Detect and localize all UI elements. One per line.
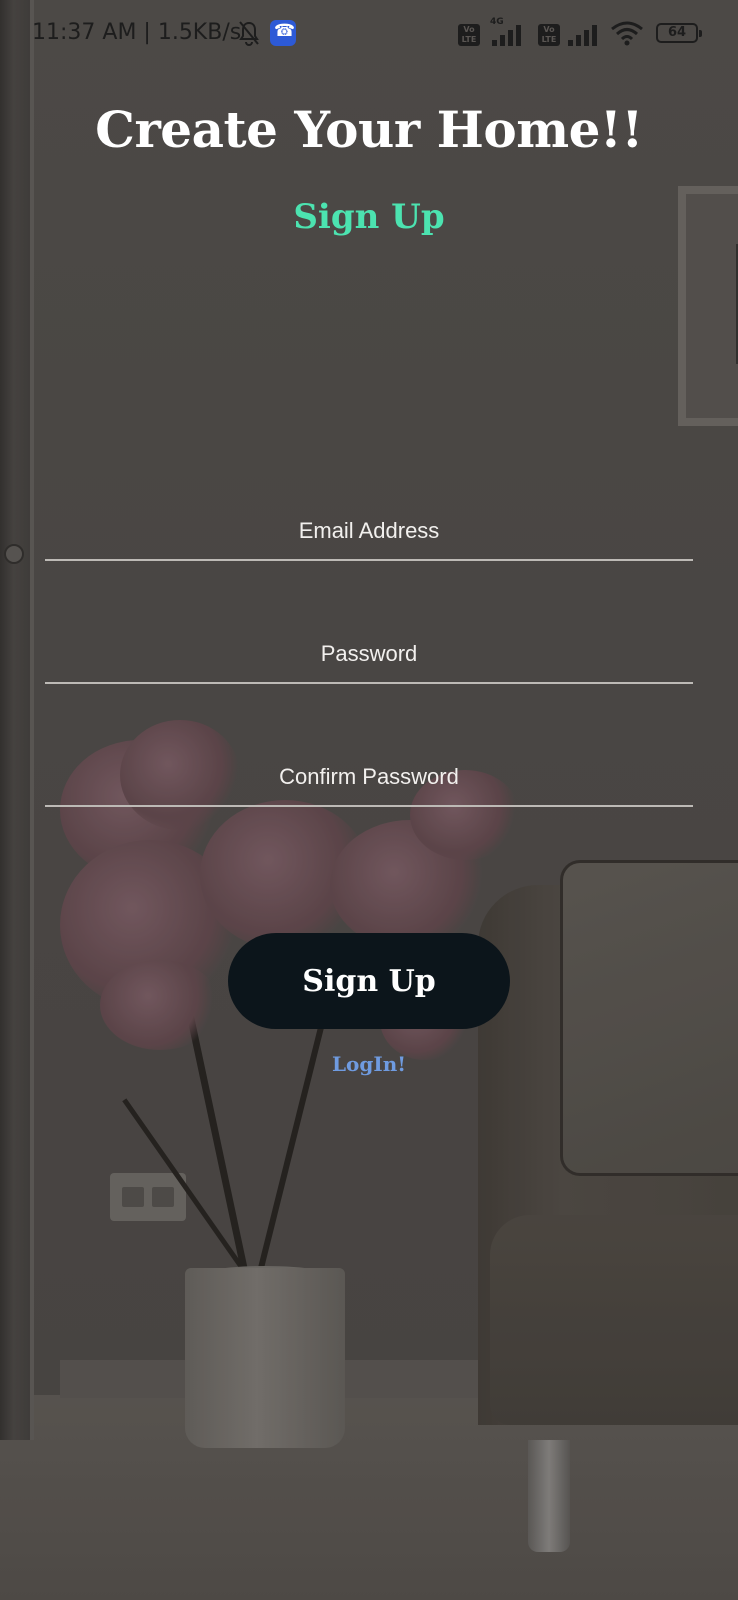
confirm-password-input[interactable] bbox=[45, 749, 693, 805]
volte-icon: Vo LTE bbox=[458, 24, 480, 46]
email-field[interactable] bbox=[45, 503, 693, 561]
login-link[interactable]: LogIn! bbox=[0, 1052, 738, 1076]
battery-icon: 64 bbox=[656, 23, 702, 43]
sign-up-button[interactable]: Sign Up bbox=[228, 933, 510, 1029]
confirm-password-field[interactable] bbox=[45, 749, 693, 807]
status-bar: 11:37 AM | 1.5KB/s Vo LTE 4G Vo LTE 64 bbox=[0, 0, 738, 70]
notifications-off-icon bbox=[239, 21, 259, 46]
page-subtitle: Sign Up bbox=[293, 197, 445, 237]
password-input[interactable] bbox=[45, 626, 693, 682]
status-time: 11:37 AM | 1.5KB/s bbox=[32, 20, 242, 45]
email-input[interactable] bbox=[45, 503, 693, 559]
page-title: Create Your Home!! bbox=[95, 100, 643, 159]
signal-icon bbox=[492, 22, 528, 46]
password-field[interactable] bbox=[45, 626, 693, 684]
volte-icon-2: Vo LTE bbox=[538, 24, 560, 46]
phone-app-icon bbox=[270, 20, 296, 46]
signal-icon-2 bbox=[568, 22, 604, 46]
wifi-icon bbox=[611, 21, 643, 46]
